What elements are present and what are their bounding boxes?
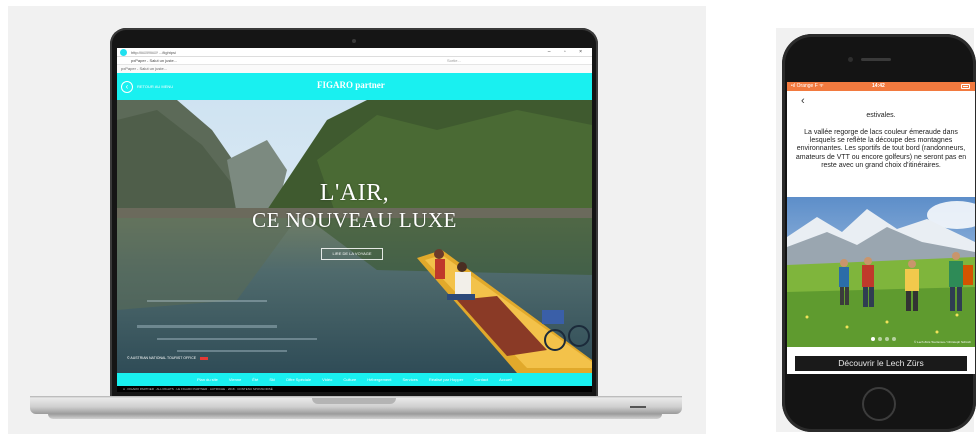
nav-item[interactable]: Vidéo xyxy=(322,377,332,382)
phone-status-bar: •ıl Orange F ᯤ 14:42 xyxy=(787,82,975,91)
chevron-left-icon[interactable]: ‹ xyxy=(801,95,805,107)
laptop-led xyxy=(630,406,646,408)
page-info: Sortie... xyxy=(447,58,461,63)
footer-text: A · FIGARO PARTNER · ALL RIGHTS · LE FIG… xyxy=(123,387,273,391)
battery-icon xyxy=(961,84,970,89)
phone-speaker xyxy=(861,58,891,61)
carousel-dot[interactable] xyxy=(892,337,896,341)
carousel-dot[interactable] xyxy=(885,337,889,341)
browser-tab[interactable]: http:///////////////// .../tightpsi xyxy=(131,50,176,55)
nav-item[interactable]: Réalisé par Hopper xyxy=(429,377,463,382)
laptop-camera xyxy=(352,39,356,43)
phone-screen: •ıl Orange F ᯤ 14:42 ‹ estivales. La val… xyxy=(787,82,975,374)
nav-item[interactable]: Plan du site xyxy=(197,377,218,382)
carrier-label: •ıl Orange F ᯤ xyxy=(791,83,824,89)
photo-credit: © AUSTRIAN NATIONAL TOURIST OFFICE xyxy=(127,356,209,360)
alpine-hikers-illustration xyxy=(787,197,975,347)
article-text-top: estivales. xyxy=(866,112,896,119)
back-arrow-icon[interactable]: ‹ xyxy=(121,81,133,93)
nav-item[interactable]: Contact xyxy=(474,377,488,382)
nav-item[interactable]: Offre Spéciale xyxy=(286,377,311,382)
nav-item[interactable]: Hébergement xyxy=(367,377,391,382)
carousel-dots[interactable] xyxy=(871,337,896,341)
phone-home-button[interactable] xyxy=(862,387,896,421)
mockup-stage: http:///////////////// .../tightpsi – ▫ … xyxy=(0,0,978,438)
hero-title-line2: CE NOUVEAU LUXE xyxy=(252,208,457,232)
carousel-dot[interactable] xyxy=(878,337,882,341)
footer-strip: A · FIGARO PARTNER · ALL RIGHTS · LE FIG… xyxy=(117,386,592,392)
nav-item[interactable]: Accueil xyxy=(499,377,512,382)
carousel-dot[interactable] xyxy=(871,337,875,341)
hero-image: L'AIR, CE NOUVEAU LUXE LIRE DE LA VOYAGE… xyxy=(117,100,592,373)
browser-titlebar: http:///////////////// .../tightpsi – ▫ … xyxy=(117,48,592,57)
nav-item[interactable]: Été xyxy=(252,377,258,382)
hikers-photo[interactable]: © Lech Zürs Tourismus / Christoph Schöch xyxy=(787,197,975,347)
hero-cta-button[interactable]: LIRE DE LA VOYAGE xyxy=(321,248,383,260)
bookmark-item[interactable]: pxPaper - Salut un juste... xyxy=(121,66,167,71)
back-label[interactable]: RETOUR AU MENU xyxy=(137,84,173,89)
hero-title-line1: L'AIR, xyxy=(319,180,390,206)
laptop-foot xyxy=(48,414,662,419)
article-text-body: La vallée regorge de lacs couleur émerau… xyxy=(795,129,967,169)
nav-item[interactable]: Vienne xyxy=(229,377,241,382)
bookmarks-bar: pxPaper - Salut un juste... xyxy=(117,65,592,73)
photo-credit-text: © AUSTRIAN NATIONAL TOURIST OFFICE xyxy=(127,356,197,360)
laptop-notch xyxy=(312,398,396,404)
nav-item[interactable]: Ski xyxy=(269,377,275,382)
laptop-screen: http:///////////////// .../tightpsi – ▫ … xyxy=(117,48,592,392)
window-controls[interactable]: – ▫ × xyxy=(548,49,588,55)
site-logo[interactable]: FIGARO partner xyxy=(317,80,385,90)
site-nav: Plan du site Vienne Été Ski Offre Spécia… xyxy=(117,373,592,386)
phone-front-camera xyxy=(848,57,853,62)
nav-item[interactable]: Services xyxy=(402,377,417,382)
site-header: ‹ RETOUR AU MENU FIGARO partner xyxy=(117,73,592,100)
address-url[interactable]: pxPaper - Salut un juste... xyxy=(131,58,177,63)
austria-flag-icon xyxy=(200,356,209,360)
browser-favicon-icon xyxy=(120,49,127,56)
status-time: 14:42 xyxy=(872,83,885,89)
lake-landscape-illustration xyxy=(117,100,592,373)
discover-lech-zurs-button[interactable]: Découvrir le Lech Zürs xyxy=(795,356,967,371)
nav-item[interactable]: Culture xyxy=(343,377,356,382)
phone-photo-credit: © Lech Zürs Tourismus / Christoph Schöch xyxy=(913,340,971,344)
address-bar[interactable]: pxPaper - Salut un juste... Sortie... xyxy=(117,57,592,65)
